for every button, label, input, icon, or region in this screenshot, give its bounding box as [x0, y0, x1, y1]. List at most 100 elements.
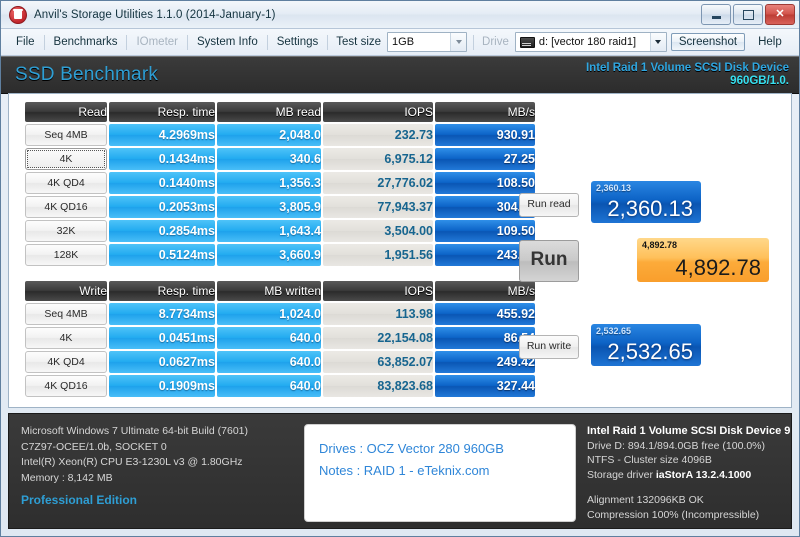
menu-item-benchmarks[interactable]: Benchmarks [45, 33, 127, 51]
screenshot-button[interactable]: Screenshot [670, 33, 746, 51]
write-row-label-4kqd4[interactable]: 4K QD4 [25, 351, 107, 373]
run-button[interactable]: Run [519, 240, 579, 282]
write-cell-iops: 22,154.08 [323, 327, 433, 349]
read-cell-mb: 2,048.0 [217, 124, 321, 146]
table-row: Seq 4MB 4.2969ms 2,048.0 232.73 930.91 [25, 124, 535, 146]
close-button[interactable]: ✕ [765, 4, 795, 25]
write-row-label-4k[interactable]: 4K [25, 327, 107, 349]
write-cell-mb: 1,024.0 [217, 303, 321, 325]
menu-item-settings[interactable]: Settings [268, 33, 328, 51]
table-row: 4K 0.1434ms 340.6 6,975.12 27.25 [25, 148, 535, 170]
read-cell-mb: 1,643.4 [217, 220, 321, 242]
system-board: C7Z97-OCEE/1.0b, SOCKET 0 [21, 440, 167, 453]
read-cell-iops: 6,975.12 [323, 148, 433, 170]
notes-text: Notes : RAID 1 - eTeknix.com [319, 463, 490, 478]
maximize-button[interactable] [733, 4, 763, 25]
test-size-select[interactable]: 1GB [387, 32, 468, 52]
chevron-down-icon[interactable] [450, 33, 467, 51]
drive-icon [519, 36, 535, 48]
write-row-label-seq4mb[interactable]: Seq 4MB [25, 303, 107, 325]
drive-info-alignment: Alignment 132096KB OK [587, 494, 704, 506]
maximize-icon [742, 9, 754, 20]
read-cell-resp: 0.1434ms [109, 148, 215, 170]
read-row-label-4k[interactable]: 4K [25, 148, 107, 170]
main-content: Read Resp. time MB read IOPS MB/s Seq 4M… [8, 93, 792, 408]
write-row-label-4kqd16[interactable]: 4K QD16 [25, 375, 107, 397]
window-title: Anvil's Storage Utilities 1.1.0 (2014-Ja… [34, 8, 276, 21]
read-cell-resp: 0.5124ms [109, 244, 215, 266]
read-row-label-4kqd16[interactable]: 4K QD16 [25, 196, 107, 218]
read-cell-iops: 1,951.56 [323, 244, 433, 266]
header-device-capacity: 960GB/1.0. [730, 75, 789, 87]
write-col-header-resp: Resp. time [109, 281, 215, 301]
table-row: Seq 4MB 8.7734ms 1,024.0 113.98 455.92 [25, 303, 535, 325]
score-panel: Run read Run Run write 2,360.13 2,360.13… [519, 100, 769, 400]
read-cell-mb: 3,805.9 [217, 196, 321, 218]
test-size-label: Test size [336, 36, 382, 48]
system-cpu: Intel(R) Xeon(R) CPU E3-1230L v3 @ 1.80G… [21, 456, 243, 468]
write-score-value: 2,532.65 [607, 339, 693, 364]
system-info: Microsoft Windows 7 Ultimate 64-bit Buil… [21, 424, 248, 509]
write-col-header-iops: IOPS [323, 281, 433, 301]
menu-item-help[interactable]: Help [749, 33, 791, 51]
write-col-header-mb: MB written [217, 281, 321, 301]
read-row-label-128k[interactable]: 128K [25, 244, 107, 266]
edition-label: Professional Edition [21, 493, 138, 507]
notes-box[interactable]: Drives : OCZ Vector 280 960GB Notes : RA… [304, 424, 576, 522]
drive-info: Intel Raid 1 Volume SCSI Disk Device 9 D… [587, 424, 800, 522]
table-row: 4K 0.0451ms 640.0 22,154.08 86.54 [25, 327, 535, 349]
write-cell-resp: 0.0451ms [109, 327, 215, 349]
write-cell-mb: 640.0 [217, 375, 321, 397]
write-cell-resp: 0.1909ms [109, 375, 215, 397]
header-device-info: Intel Raid 1 Volume SCSI Disk Device 960… [586, 62, 789, 88]
read-row-label-seq4mb[interactable]: Seq 4MB [25, 124, 107, 146]
chevron-down-icon[interactable] [649, 33, 666, 51]
read-col-header-read: Read [25, 102, 107, 122]
total-score-value: 4,892.78 [675, 255, 761, 280]
menu-item-system-info[interactable]: System Info [188, 33, 267, 51]
table-row: 4K QD16 0.1909ms 640.0 83,823.68 327.44 [25, 375, 535, 397]
table-row: 4K QD16 0.2053ms 3,805.9 77,943.37 304.4… [25, 196, 535, 218]
table-row: 4K QD4 0.1440ms 1,356.3 27,776.02 108.50 [25, 172, 535, 194]
read-col-header-mb: MB read [217, 102, 321, 122]
write-cell-iops: 83,823.68 [323, 375, 433, 397]
write-cell-resp: 8.7734ms [109, 303, 215, 325]
read-cell-iops: 3,504.00 [323, 220, 433, 242]
read-cell-mb: 1,356.3 [217, 172, 321, 194]
table-row: 32K 0.2854ms 1,643.4 3,504.00 109.50 [25, 220, 535, 242]
read-row-label-4kqd4[interactable]: 4K QD4 [25, 172, 107, 194]
app-window: Anvil's Storage Utilities 1.1.0 (2014-Ja… [0, 0, 800, 537]
drive-info-driver-label: Storage driver [587, 468, 653, 481]
read-table: Read Resp. time MB read IOPS MB/s Seq 4M… [23, 100, 537, 268]
write-cell-mb: 640.0 [217, 327, 321, 349]
write-cell-iops: 113.98 [323, 303, 433, 325]
menu-bar: File Benchmarks IOmeter System Info Sett… [1, 29, 799, 56]
menu-item-file[interactable]: File [7, 33, 44, 51]
total-score-mini: 4,892.78 [642, 240, 678, 250]
system-os: Microsoft Windows 7 Ultimate 64-bit Buil… [21, 425, 249, 437]
run-read-button[interactable]: Run read [519, 193, 579, 217]
drive-value: d: [vector 180 raid1] [538, 36, 637, 48]
write-cell-iops: 63,852.07 [323, 351, 433, 373]
run-write-button[interactable]: Run write [519, 335, 579, 359]
read-row-label-32k[interactable]: 32K [25, 220, 107, 242]
write-cell-mb: 640.0 [217, 351, 321, 373]
read-cell-resp: 0.2854ms [109, 220, 215, 242]
table-row: 4K QD4 0.0627ms 640.0 63,852.07 249.42 [25, 351, 535, 373]
page-title: SSD Benchmark [15, 64, 159, 85]
drive-info-driver-value: iaStorA 13.2.4.1000 [655, 468, 752, 481]
write-score-box: 2,532.65 2,532.65 [591, 324, 701, 366]
write-cell-resp: 0.0627ms [109, 351, 215, 373]
write-score-mini: 2,532.65 [596, 326, 632, 336]
drive-select[interactable]: d: [vector 180 raid1] [514, 32, 667, 52]
minimize-button[interactable] [701, 4, 731, 25]
read-score-value: 2,360.13 [607, 196, 693, 221]
read-score-box: 2,360.13 2,360.13 [591, 181, 701, 223]
read-cell-resp: 4.2969ms [109, 124, 215, 146]
read-cell-resp: 0.1440ms [109, 172, 215, 194]
read-cell-mb: 340.6 [217, 148, 321, 170]
write-col-header-write: Write [25, 281, 107, 301]
total-score-box: 4,892.78 4,892.78 [637, 238, 769, 282]
menu-item-iometer: IOmeter [136, 36, 178, 48]
